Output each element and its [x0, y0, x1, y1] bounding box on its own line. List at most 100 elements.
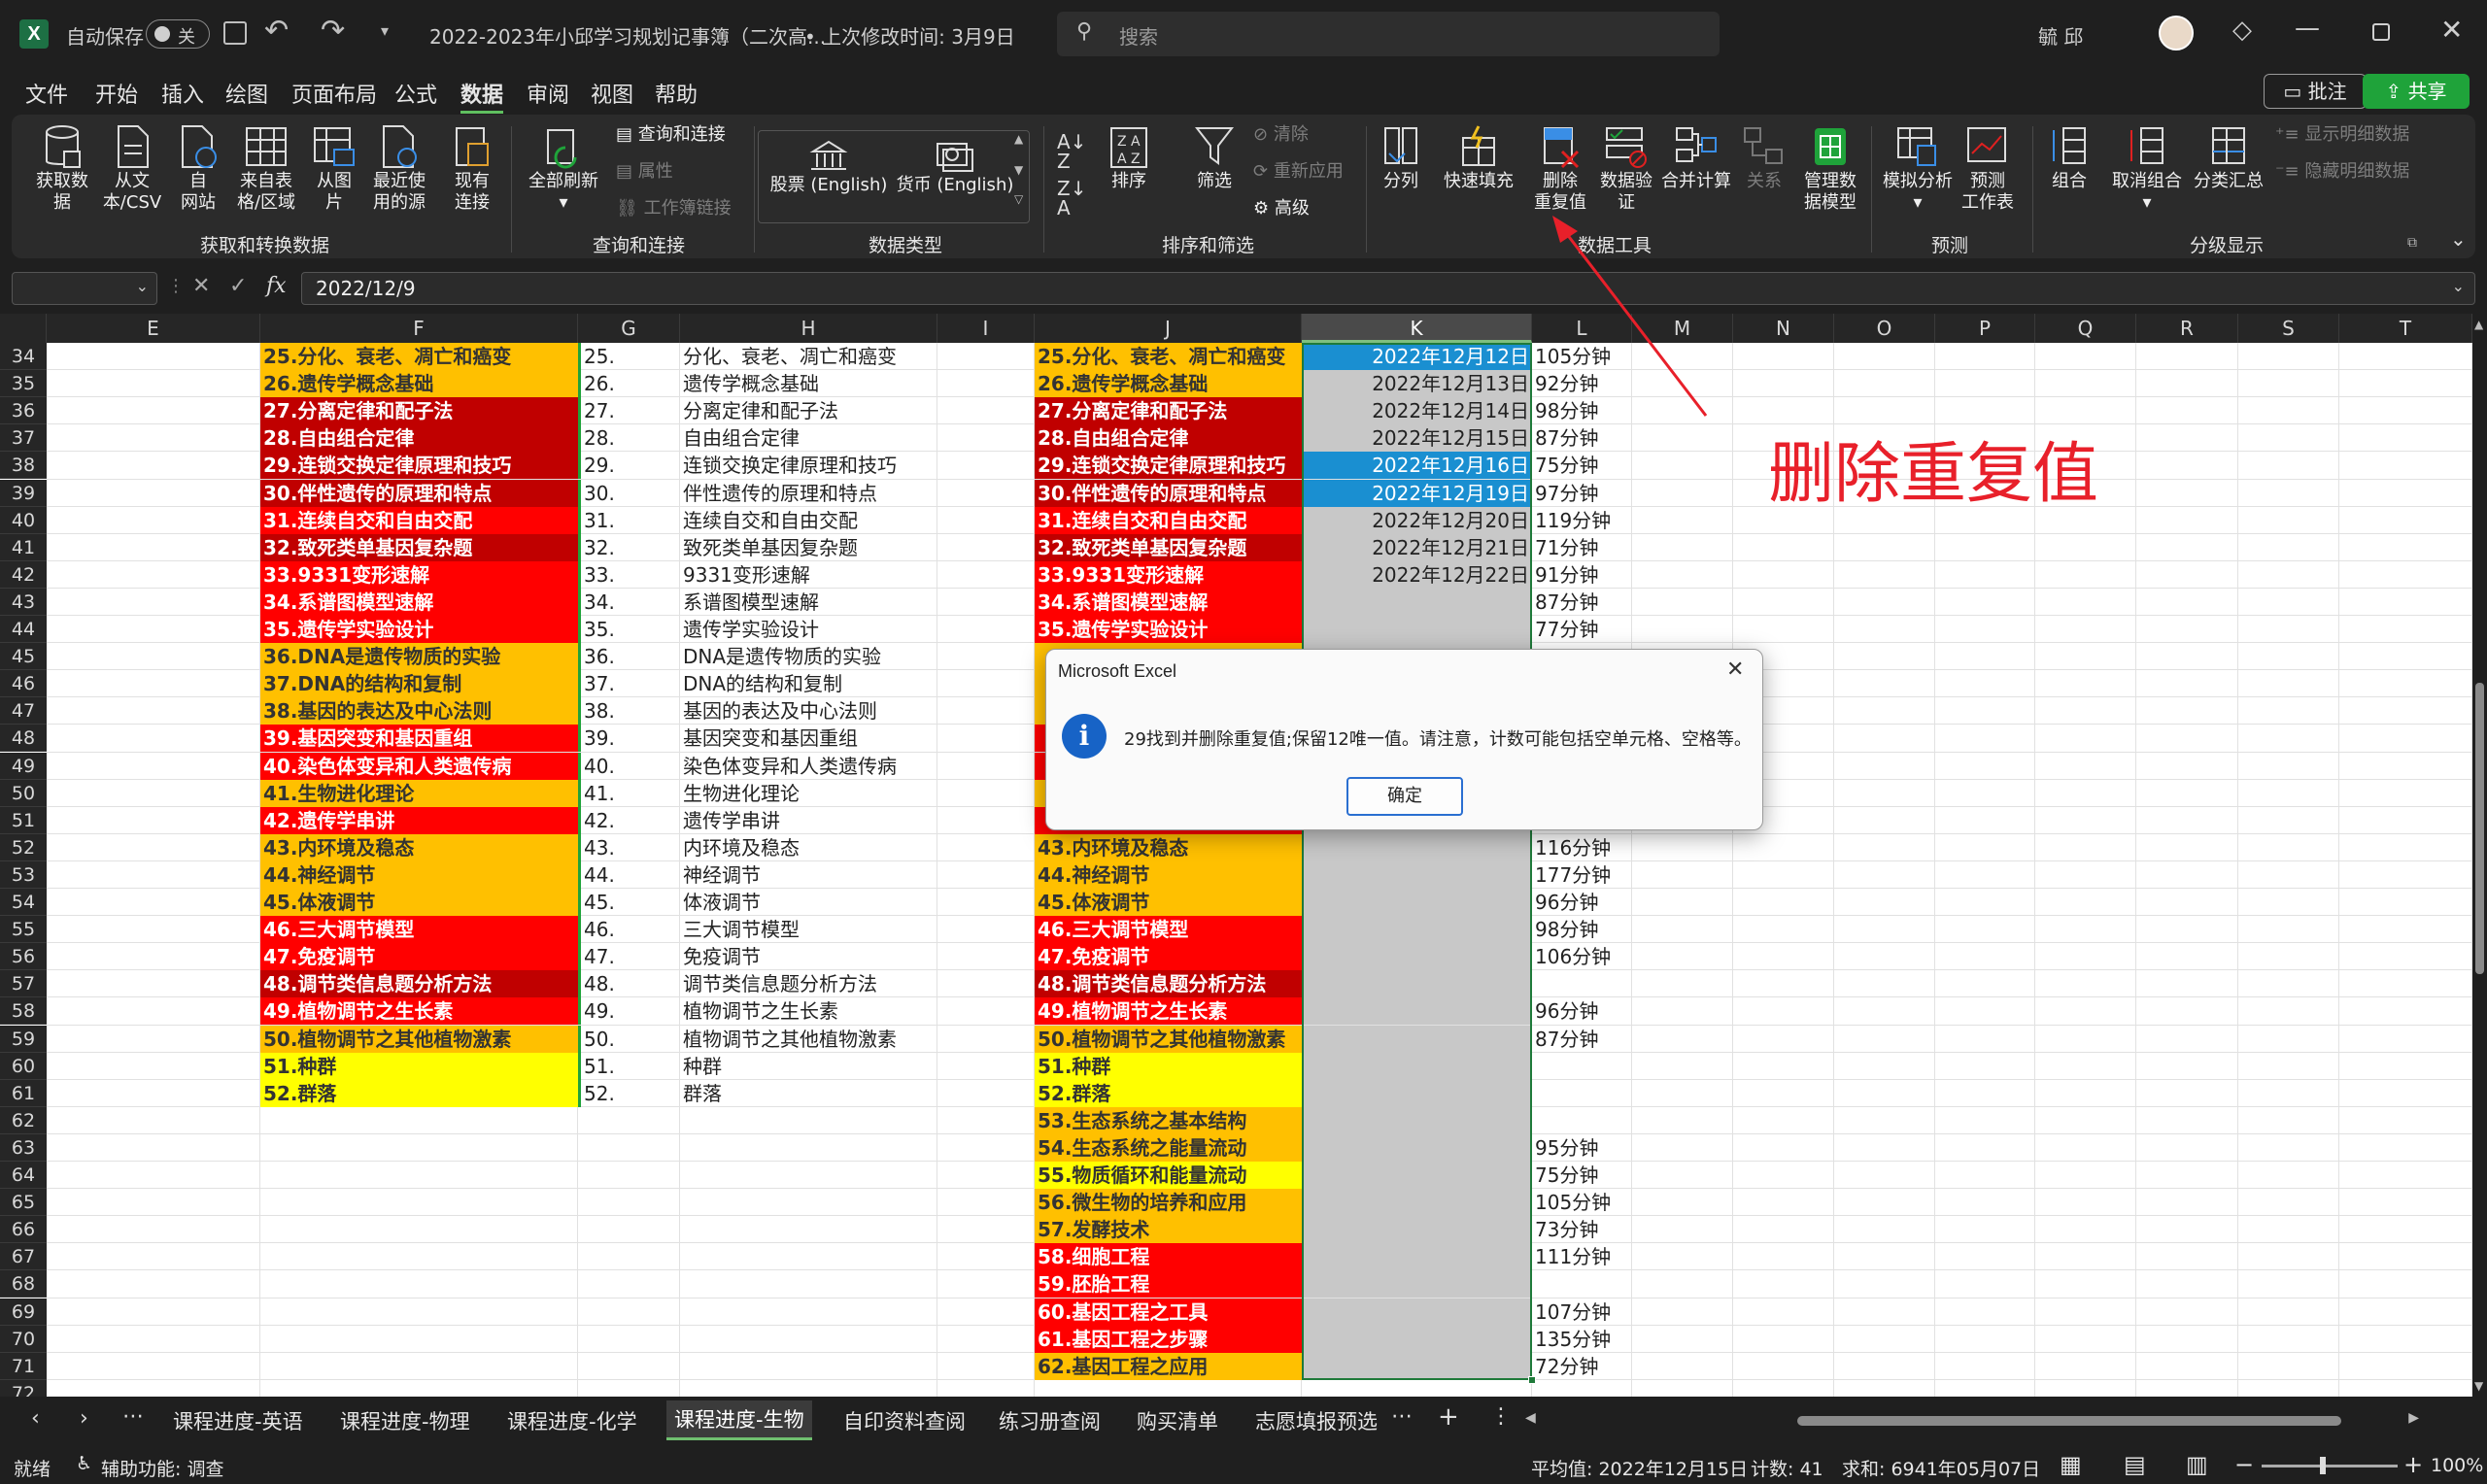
row-header[interactable]: 64	[0, 1162, 47, 1190]
cell-L[interactable]: 87分钟	[1532, 1026, 1632, 1053]
row-header[interactable]: 72	[0, 1379, 47, 1397]
menu-insert[interactable]: 插入	[161, 78, 204, 109]
zoom-level[interactable]: 100%	[2431, 1455, 2483, 1476]
flash-fill-button[interactable]: 快速填充	[1440, 124, 1517, 192]
row-header[interactable]: 66	[0, 1216, 47, 1244]
cell-G[interactable]: 35.	[578, 616, 680, 644]
cell-K[interactable]: 2022年12月12日	[1302, 343, 1532, 371]
cell-F[interactable]: 34.系谱图模型速解	[260, 588, 578, 616]
cell-G[interactable]: 39.	[578, 725, 680, 753]
cell-H[interactable]: 基因突变和基因重组	[680, 725, 937, 752]
cell-K[interactable]: 2022年12月22日	[1302, 560, 1532, 589]
cell-J[interactable]: 33.9331变形速解	[1035, 560, 1302, 589]
undo-icon[interactable]: ↶	[264, 14, 289, 48]
consolidate-button[interactable]: 合并计算	[1657, 124, 1735, 192]
cell-J[interactable]: 53.生态系统之基本结构	[1035, 1106, 1302, 1134]
cell-J[interactable]: 48.调节类信息题分析方法	[1035, 970, 1302, 998]
row-header[interactable]: 61	[0, 1079, 47, 1107]
cell-L[interactable]: 73分钟	[1532, 1216, 1632, 1243]
cell-H[interactable]: DNA的结构和复制	[680, 670, 937, 697]
cell-K[interactable]	[1302, 943, 1532, 971]
cell-J[interactable]: 47.免疫调节	[1035, 943, 1302, 971]
scroll-down-icon[interactable]: ▼	[2474, 1379, 2483, 1393]
prev-sheet-icon[interactable]: ‹	[31, 1406, 40, 1431]
confirm-entry-icon[interactable]: ✓	[229, 274, 247, 298]
row-header[interactable]: 50	[0, 779, 47, 807]
cell-F[interactable]: 33.9331变形速解	[260, 560, 578, 589]
cell-K[interactable]: 2022年12月16日	[1302, 452, 1532, 480]
filter-button[interactable]: 筛选	[1185, 124, 1244, 192]
cell-G[interactable]: 34.	[578, 588, 680, 616]
cell-F[interactable]: 50.植物调节之其他植物激素	[260, 1025, 578, 1053]
row-header[interactable]: 36	[0, 397, 47, 425]
cell-F[interactable]: 48.调节类信息题分析方法	[260, 970, 578, 998]
cell-H[interactable]: 遗传学概念基础	[680, 370, 937, 397]
cell-H[interactable]: 基因的表达及中心法则	[680, 697, 937, 725]
cell-K[interactable]: 2022年12月21日	[1302, 533, 1532, 561]
cell-F[interactable]: 46.三大调节模型	[260, 916, 578, 944]
cell-J[interactable]: 45.体液调节	[1035, 889, 1302, 917]
row-header[interactable]: 38	[0, 452, 47, 480]
row-header[interactable]: 46	[0, 670, 47, 698]
row-header[interactable]: 48	[0, 725, 47, 753]
cell-L[interactable]: 106分钟	[1532, 943, 1632, 970]
column-header[interactable]: F	[260, 314, 578, 343]
cell-K[interactable]	[1302, 588, 1532, 616]
cell-L[interactable]: 96分钟	[1532, 997, 1632, 1025]
cell-L[interactable]: 116分钟	[1532, 834, 1632, 861]
row-header[interactable]: 60	[0, 1052, 47, 1080]
row-header[interactable]: 47	[0, 697, 47, 725]
comment-button[interactable]: ▭ 批注	[2264, 74, 2367, 109]
row-header[interactable]: 62	[0, 1106, 47, 1134]
cell-F[interactable]: 52.群落	[260, 1079, 578, 1107]
row-header[interactable]: 45	[0, 643, 47, 671]
formula-input[interactable]: 2022/12/9 ⌄	[301, 272, 2475, 305]
ungroup-button[interactable]: 取消组合 ▾	[2108, 124, 2186, 214]
reapply-button[interactable]: ⟳ 重新应用	[1253, 161, 1344, 183]
column-header[interactable]: N	[1733, 314, 1834, 343]
cell-K[interactable]	[1302, 1162, 1532, 1190]
row-header[interactable]: 63	[0, 1133, 47, 1162]
cell-J[interactable]: 52.群落	[1035, 1079, 1302, 1107]
cell-G[interactable]: 40.	[578, 752, 680, 780]
cell-F[interactable]: 39.基因突变和基因重组	[260, 725, 578, 753]
name-box[interactable]: ⌄	[12, 272, 157, 305]
hscroll-left-icon[interactable]: ◀	[1525, 1410, 1536, 1426]
row-header[interactable]: 42	[0, 560, 47, 589]
cell-H[interactable]: 自由组合定律	[680, 424, 937, 452]
zoom-in-icon[interactable]: +	[2403, 1451, 2423, 1478]
cell-L[interactable]: 119分钟	[1532, 507, 1632, 534]
advanced-filter-button[interactable]: ⚙ 高级	[1253, 198, 1310, 219]
select-all-corner[interactable]	[0, 314, 47, 343]
cell-J[interactable]: 31.连续自交和自由交配	[1035, 506, 1302, 534]
gallery-expand-icon[interactable]: ▽	[1014, 192, 1023, 206]
cell-G[interactable]: 51.	[578, 1052, 680, 1080]
from-picture-button[interactable]: 从图 片	[307, 124, 361, 214]
cell-L[interactable]: 71分钟	[1532, 534, 1632, 561]
search-box[interactable]: ⚲ 搜索	[1057, 12, 1720, 56]
column-header[interactable]: I	[937, 314, 1035, 343]
refresh-all-button[interactable]: 全部刷新 ▾	[521, 124, 606, 214]
cell-J[interactable]: 32.致死类单基因复杂题	[1035, 533, 1302, 561]
cell-H[interactable]: 三大调节模型	[680, 916, 937, 943]
column-header[interactable]: E	[47, 314, 260, 343]
cell-K[interactable]	[1302, 1243, 1532, 1271]
cell-H[interactable]: 种群	[680, 1053, 937, 1080]
share-button[interactable]: ⇪ 共享	[2363, 74, 2470, 109]
group-button[interactable]: 组合	[2044, 124, 2095, 192]
cell-J[interactable]: 26.遗传学概念基础	[1035, 370, 1302, 398]
stocks-button[interactable]: 股票 (English)	[766, 138, 892, 196]
cell-F[interactable]: 26.遗传学概念基础	[260, 370, 578, 398]
cell-H[interactable]: DNA是遗传物质的实验	[680, 643, 937, 670]
cell-F[interactable]: 36.DNA是遗传物质的实验	[260, 643, 578, 671]
cell-G[interactable]: 36.	[578, 643, 680, 671]
row-header[interactable]: 52	[0, 833, 47, 861]
cell-H[interactable]: 9331变形速解	[680, 561, 937, 589]
cell-G[interactable]: 52.	[578, 1079, 680, 1107]
cell-G[interactable]: 26.	[578, 370, 680, 398]
cell-K[interactable]	[1302, 889, 1532, 917]
remove-duplicates-button[interactable]: 删除 重复值	[1529, 124, 1591, 214]
cell-J[interactable]: 43.内环境及稳态	[1035, 833, 1302, 861]
horizontal-scrollbar[interactable]: ◀ ▶	[1525, 1410, 2419, 1428]
cell-L[interactable]: 97分钟	[1532, 480, 1632, 507]
